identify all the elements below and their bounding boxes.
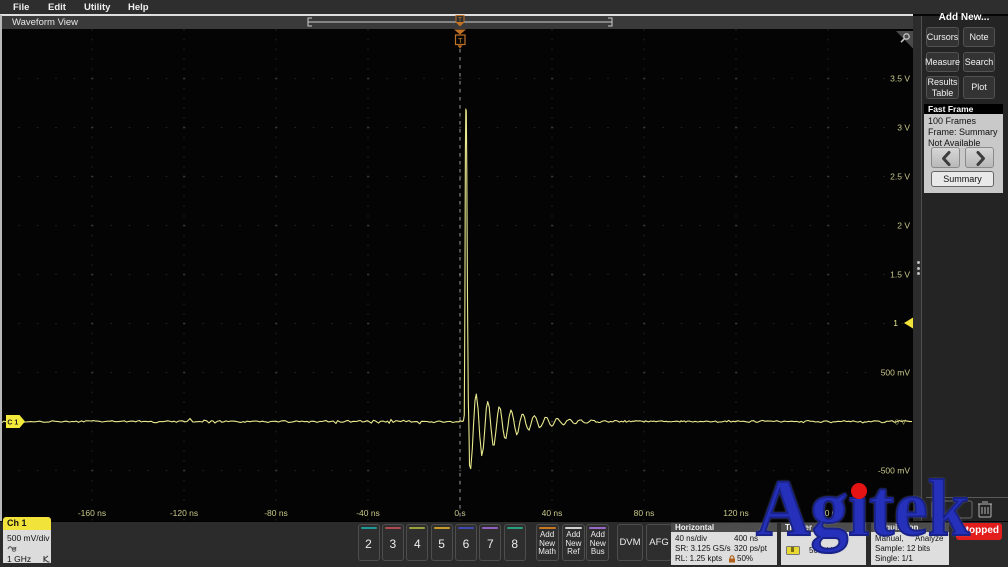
- svg-text:1.5 V: 1.5 V: [890, 270, 910, 280]
- svg-text:-160 ns: -160 ns: [78, 508, 106, 518]
- svg-text:-80 ns: -80 ns: [264, 508, 288, 518]
- svg-text:2.5 V: 2.5 V: [890, 172, 910, 182]
- svg-text:3 V: 3 V: [897, 123, 910, 133]
- svg-text:500 mV: 500 mV: [881, 368, 911, 378]
- svg-text:-40 ns: -40 ns: [356, 508, 380, 518]
- svg-text:40 ns: 40 ns: [542, 508, 563, 518]
- svg-text:C 1: C 1: [7, 419, 18, 426]
- svg-text:T: T: [458, 18, 462, 24]
- svg-text:120 ns: 120 ns: [723, 508, 749, 518]
- svg-text:80 ns: 80 ns: [634, 508, 655, 518]
- svg-text:2 V: 2 V: [897, 221, 910, 231]
- svg-text:T: T: [458, 36, 463, 45]
- svg-text:3.5 V: 3.5 V: [890, 74, 910, 84]
- svg-text:0 s: 0 s: [454, 508, 465, 518]
- svg-text:-120 ns: -120 ns: [170, 508, 198, 518]
- svg-text:1: 1: [893, 318, 898, 328]
